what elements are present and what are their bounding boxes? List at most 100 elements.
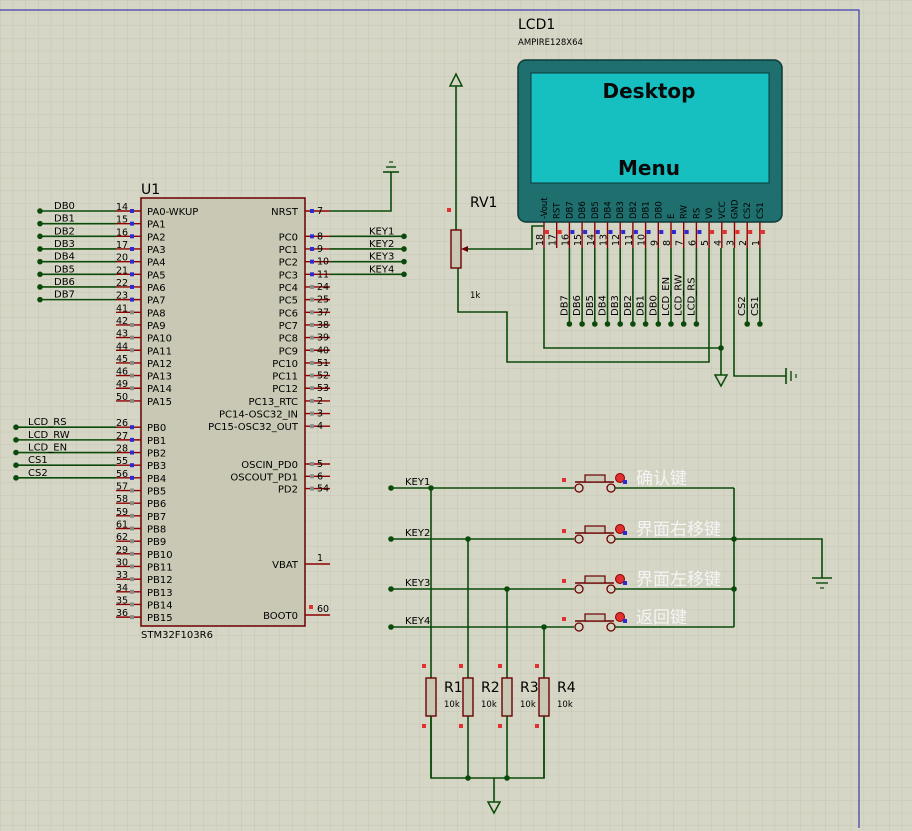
net-terminal xyxy=(566,321,573,327)
key-net-label: KEY2 xyxy=(405,528,430,539)
resistor-ref: R1 xyxy=(444,680,463,696)
lcd-pin-name: DB2 xyxy=(629,201,639,219)
mcu-pin-num: 7 xyxy=(317,206,323,217)
net-terminal xyxy=(604,321,611,327)
pin-state-marker xyxy=(310,386,314,391)
pin-state-marker xyxy=(583,230,588,234)
pin-state-marker xyxy=(130,539,134,544)
mcu-pin-name: PA12 xyxy=(147,359,172,370)
net-label-KEY3: KEY3 xyxy=(369,252,394,263)
mcu-pin-name: PB12 xyxy=(147,575,173,586)
lcd-net-label: DB7 xyxy=(559,295,570,316)
mcu-pin-num: 5 xyxy=(317,459,323,470)
pin-state-marker xyxy=(621,230,626,234)
mcu-pin-name: PB13 xyxy=(147,588,173,599)
pin-state-marker xyxy=(130,386,134,391)
mcu-pin-name: PB10 xyxy=(147,550,173,561)
net-terminal xyxy=(401,271,407,278)
net-label-KEY1: KEY1 xyxy=(369,226,394,237)
mcu-pin-name: PB6 xyxy=(147,499,166,510)
lcd-net-label: DB3 xyxy=(610,295,621,316)
net-label-LCD_EN: LCD_EN xyxy=(28,443,67,454)
lcd-pin-num: 5 xyxy=(700,240,711,246)
net-terminal xyxy=(37,258,43,265)
mcu-pin-num: 57 xyxy=(116,482,128,493)
pin-state-marker xyxy=(722,230,727,234)
net-label-DB5: DB5 xyxy=(54,264,75,275)
mcu-pin-num: 27 xyxy=(116,431,128,442)
pin-state-marker xyxy=(130,373,134,378)
mcu-pin-num: 58 xyxy=(116,494,128,505)
pin-state-marker xyxy=(562,617,566,621)
net-terminal xyxy=(668,321,674,327)
mcu-pin-num: 29 xyxy=(116,545,128,556)
mcu-pin-num: 25 xyxy=(317,295,329,306)
lcd-line-menu: Menu xyxy=(618,156,680,180)
mcu-pin-name: PB14 xyxy=(147,600,173,611)
pin-state-marker xyxy=(130,488,134,493)
pin-state-marker xyxy=(710,230,715,234)
mcu-pin-name: PB8 xyxy=(147,525,166,536)
mcu-pin-name: PA4 xyxy=(147,258,166,269)
lcd-pin-name: VCC xyxy=(718,201,728,219)
pin-state-marker xyxy=(130,322,134,327)
key-net-label: KEY4 xyxy=(405,616,430,627)
mcu-pin-name: PB11 xyxy=(147,562,173,573)
pin-state-marker xyxy=(310,335,314,340)
mcu-pin-name: PB5 xyxy=(147,487,166,498)
net-terminal xyxy=(744,321,750,327)
mcu-pin-num: 43 xyxy=(116,329,128,340)
pin-state-marker xyxy=(130,513,134,518)
mcu-pin-name: PB9 xyxy=(147,537,166,548)
net-terminal xyxy=(388,586,394,592)
mcu-pin-name: PC14-OSC32_IN xyxy=(219,410,298,421)
pin-state-marker xyxy=(684,230,689,234)
lcd-pin-name: DB4 xyxy=(604,201,614,219)
mcu-pin-num: 14 xyxy=(116,202,128,213)
pin-state-marker xyxy=(646,230,651,234)
mcu-pin-num: 51 xyxy=(317,358,329,369)
junction-vcc xyxy=(718,345,724,351)
net-terminal xyxy=(401,233,407,240)
key-label: 界面右移键 xyxy=(636,520,721,540)
mcu-pin-name: PB15 xyxy=(147,613,173,624)
mcu-pin-num: 17 xyxy=(116,240,128,251)
mcu-pin-num: 53 xyxy=(317,383,329,394)
mcu-pin-name: PC0 xyxy=(279,232,298,243)
resistor-value: 10k xyxy=(444,700,460,710)
pin-state-marker xyxy=(459,664,463,668)
pin-state-marker xyxy=(422,664,426,668)
pin-state-marker xyxy=(623,619,627,623)
pin-state-marker xyxy=(130,589,134,594)
net-label-KEY2: KEY2 xyxy=(369,239,394,250)
pin-state-marker xyxy=(623,581,627,585)
mcu-pin-name: PC7 xyxy=(279,321,298,332)
net-terminal xyxy=(630,321,636,327)
pin-state-marker xyxy=(557,230,562,234)
pin-state-marker xyxy=(130,577,134,582)
net-label-DB2: DB2 xyxy=(54,226,75,237)
switch-cap xyxy=(584,575,606,584)
mcu-pin-num: 20 xyxy=(116,253,128,264)
resistor-ref: R4 xyxy=(557,680,576,696)
net-terminal xyxy=(13,424,19,431)
net-label-DB3: DB3 xyxy=(54,239,75,250)
lcd-pin-num: 8 xyxy=(662,240,673,246)
mcu-pin-num: 16 xyxy=(116,227,128,238)
mcu-pin-name: PA5 xyxy=(147,270,166,281)
mcu-pin-name: PA9 xyxy=(147,321,166,332)
lcd-net-label: DB5 xyxy=(585,295,596,316)
pin-state-marker xyxy=(130,425,134,430)
lcd-net-label: DB6 xyxy=(572,295,583,316)
lcd-ref: LCD1 xyxy=(518,17,555,33)
boot0-marker xyxy=(309,605,313,609)
net-terminal xyxy=(13,462,19,469)
schematic-sheet: U1 STM32F103R6 PA0-WKUP14DB0PA115DB1PA21… xyxy=(0,0,912,831)
net-terminal xyxy=(617,321,623,327)
pin-state-marker xyxy=(570,230,575,234)
mcu-pin-name: PC12 xyxy=(272,384,298,395)
lcd-pin-num: 18 xyxy=(535,234,546,246)
mcu-pin-num: 8 xyxy=(317,231,323,242)
lcd-net-label: DB0 xyxy=(648,295,659,316)
lcd-pin-num: 15 xyxy=(573,234,584,246)
